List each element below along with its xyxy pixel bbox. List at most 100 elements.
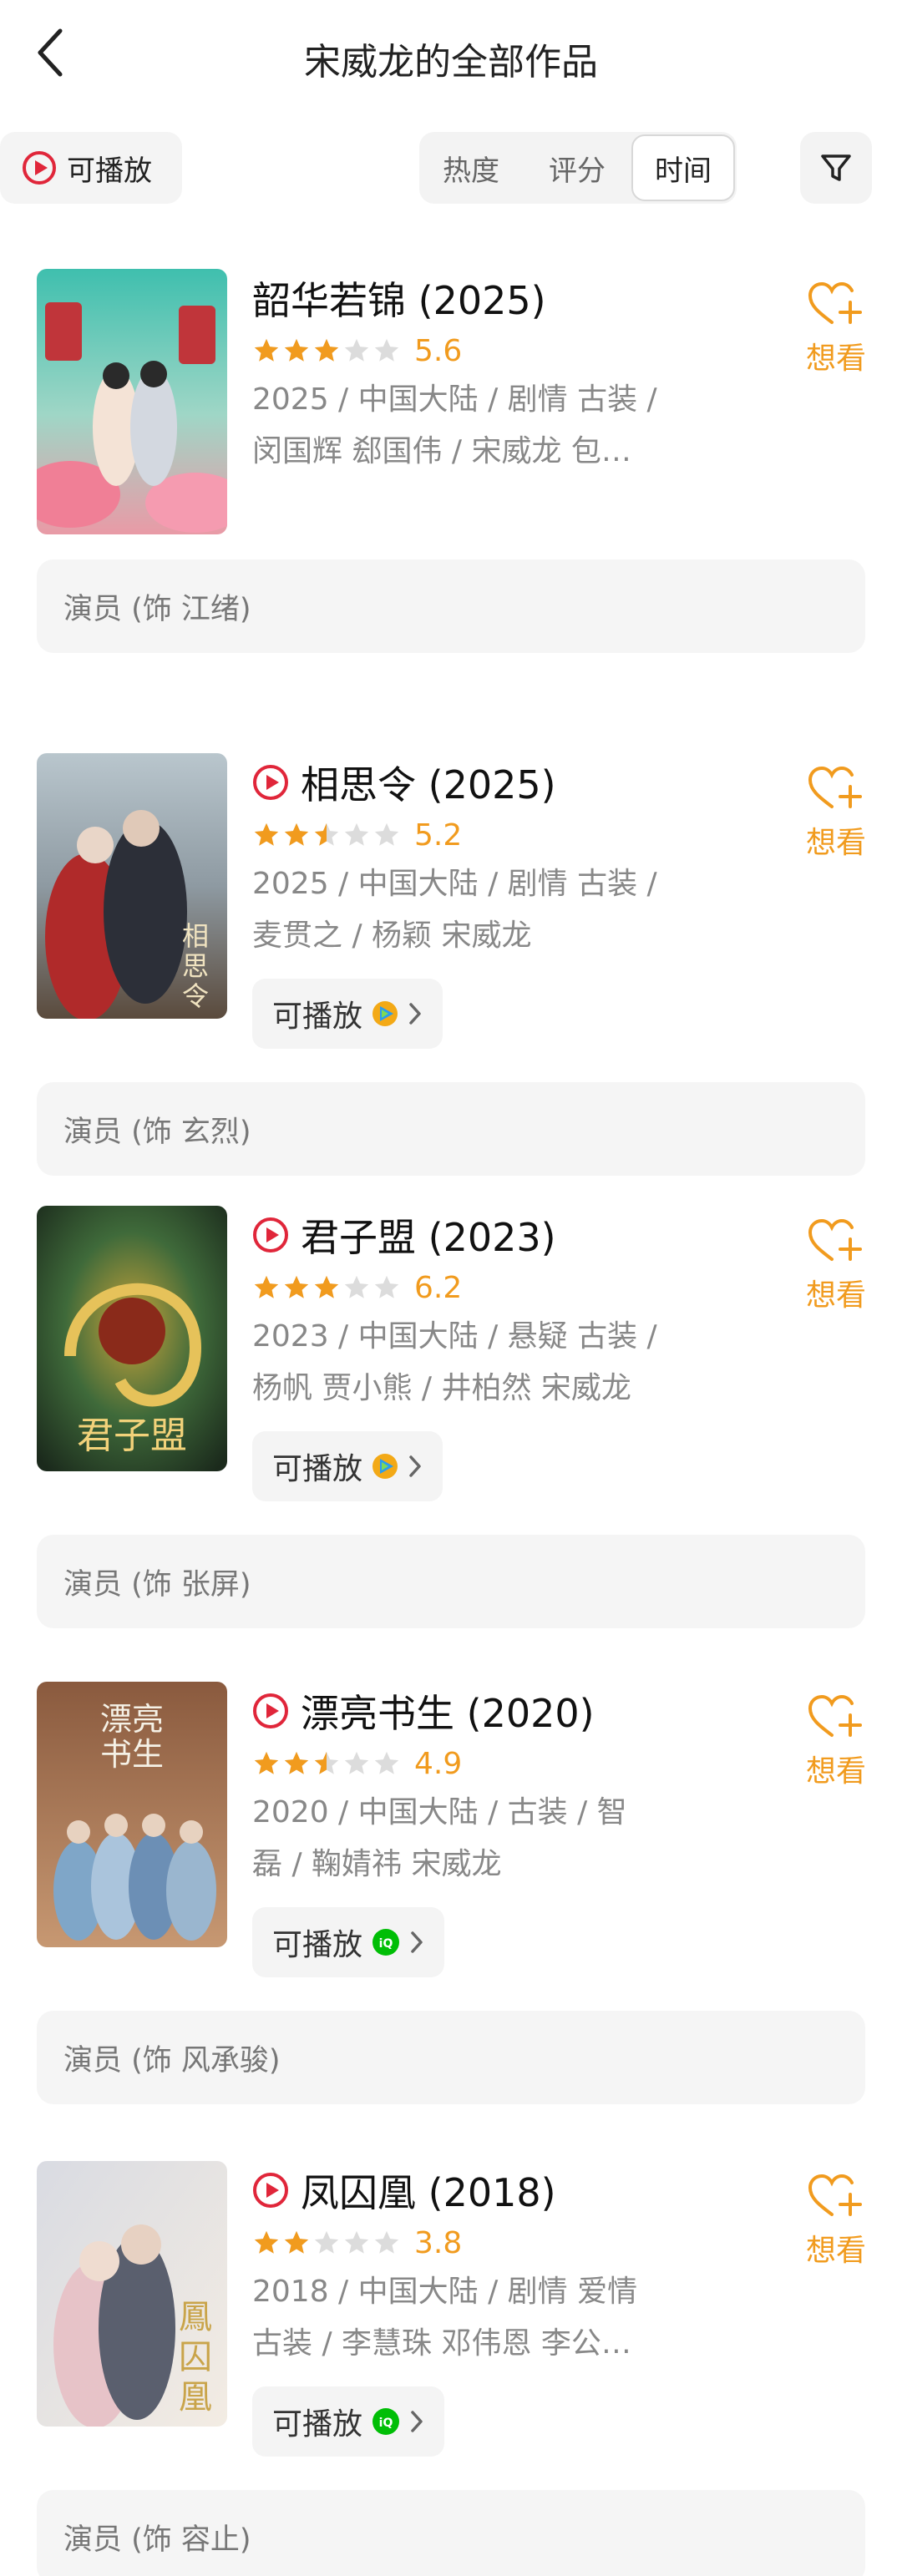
heart-plus-icon — [808, 2174, 862, 2216]
svg-text:囚: 囚 — [179, 2338, 212, 2376]
chevron-right-icon — [409, 1455, 421, 1477]
filter-button[interactable] — [800, 132, 872, 204]
playable-filter-label: 可播放 — [67, 154, 152, 188]
work-item[interactable]: 韶华若锦 (2025) 5.6 2025 / 中国大陆 / 剧情 古装 / 闵国… — [0, 269, 902, 661]
poster-image[interactable]: 鳳 囚 凰 — [37, 2161, 227, 2427]
sort-tabs: 热度 评分 时间 — [419, 132, 737, 204]
meta-line: 2023 / 中国大陆 / 悬疑 古装 / — [252, 1319, 657, 1354]
meta-line: 2025 / 中国大陆 / 剧情 古装 / — [252, 382, 657, 417]
role-text: 演员 (饰 玄烈) — [63, 1115, 251, 1149]
score: 3.8 — [414, 2225, 463, 2260]
svg-text:君子盟: 君子盟 — [77, 1415, 187, 1457]
rating: 6.2 — [252, 1266, 770, 1309]
star-icon — [374, 2230, 399, 2254]
role-text: 演员 (饰 容止) — [63, 2523, 251, 2557]
role-text: 演员 (饰 江绪) — [63, 592, 251, 626]
iqiyi-icon: iQ — [372, 1929, 400, 1956]
heart-plus-icon — [808, 1694, 862, 1737]
meta-line: 2018 / 中国大陆 / 剧情 爱情 — [252, 2275, 638, 2309]
meta-line: 麦贯之 / 杨颖 宋威龙 — [252, 919, 532, 953]
page-title: 宋威龙的全部作品 — [304, 41, 598, 84]
heart-plus-icon — [808, 281, 862, 324]
work-item[interactable]: 君子盟 君子盟 (2023) 6.2 2023 / 中国大陆 / 悬疑 古装 /… — [0, 1206, 902, 1632]
tencent-video-icon — [372, 1454, 398, 1479]
play-label: 可播放 — [272, 1000, 363, 1034]
filter-bar: 可播放 热度 评分 时间 — [0, 132, 902, 204]
play-button[interactable]: 可播放 — [252, 979, 443, 1049]
star-icon — [314, 822, 339, 846]
work-title[interactable]: 韶华若锦 (2025) — [252, 271, 546, 326]
poster-image[interactable]: 相 思 令 — [37, 753, 227, 1019]
svg-text:思: 思 — [182, 950, 209, 982]
score: 5.2 — [414, 817, 463, 853]
svg-text:鳳: 鳳 — [179, 2298, 212, 2336]
want-to-watch-button[interactable]: 想看 — [798, 765, 874, 862]
rating: 4.9 — [252, 1742, 770, 1785]
work-item[interactable]: 漂亮 书生 漂亮书生 (2020) 4.9 2020 / 中国大陆 / 古装 /… — [0, 1682, 902, 2108]
tab-sort-rating[interactable]: 评分 — [523, 132, 631, 204]
role-bar: 演员 (饰 风承骏) — [37, 2011, 865, 2104]
iqiyi-icon: iQ — [372, 2408, 400, 2435]
score: 6.2 — [414, 1270, 463, 1305]
work-item[interactable]: 相 思 令 相思令 (2025) 5.2 2025 / 中国大陆 / 剧情 古装… — [0, 753, 902, 1179]
star-icon — [254, 1275, 279, 1298]
work-title[interactable]: 凤囚凰 (2018) — [301, 2163, 556, 2218]
play-label: 可播放 — [272, 2407, 363, 2442]
star-icon — [254, 1751, 279, 1774]
play-button[interactable]: 可播放 — [252, 1431, 443, 1501]
rating: 5.2 — [252, 813, 770, 857]
score: 4.9 — [414, 1746, 463, 1781]
tab-sort-popularity[interactable]: 热度 — [419, 132, 523, 204]
want-label: 想看 — [805, 342, 866, 376]
chevron-right-icon — [409, 1003, 421, 1025]
star-icon — [314, 1275, 339, 1298]
poster-image[interactable]: 漂亮 书生 — [37, 1682, 227, 1947]
star-icon — [344, 338, 369, 362]
star-icon — [284, 1275, 309, 1298]
play-circle-icon — [253, 2173, 288, 2208]
meta-line: 古装 / 李慧珠 邓伟恩 李公… — [252, 2326, 631, 2361]
svg-text:令: 令 — [182, 980, 209, 1012]
meta-line: 2020 / 中国大陆 / 古装 / 智 — [252, 1795, 627, 1830]
want-to-watch-button[interactable]: 想看 — [798, 1217, 874, 1314]
play-circle-icon — [253, 765, 288, 800]
star-icon — [344, 822, 369, 846]
play-button[interactable]: 可播放 iQ — [252, 1907, 445, 1977]
meta-line: 2025 / 中国大陆 / 剧情 古装 / — [252, 867, 657, 901]
svg-text:凰: 凰 — [179, 2378, 212, 2417]
star-icon — [314, 338, 339, 362]
meta-line: 杨帆 贾小熊 / 井柏然 宋威龙 — [252, 1371, 631, 1405]
star-icon — [374, 1751, 399, 1774]
star-rating — [252, 2229, 403, 2257]
playable-filter-chip[interactable]: 可播放 — [0, 132, 182, 204]
poster-image[interactable] — [37, 269, 227, 534]
role-bar: 演员 (饰 容止) — [37, 2490, 865, 2576]
poster-image[interactable]: 君子盟 — [37, 1206, 227, 1471]
work-item[interactable]: 鳳 囚 凰 凤囚凰 (2018) 3.8 2018 / 中国大陆 / 剧情 爱情… — [0, 2161, 902, 2576]
play-button[interactable]: 可播放 iQ — [252, 2386, 445, 2457]
tab-sort-time[interactable]: 时间 — [631, 134, 735, 201]
work-title[interactable]: 漂亮书生 (2020) — [301, 1683, 595, 1738]
work-info: 漂亮书生 (2020) 4.9 2020 / 中国大陆 / 古装 / 智 磊 /… — [252, 1682, 770, 1977]
want-label: 想看 — [805, 2234, 866, 2268]
work-title[interactable]: 相思令 (2025) — [301, 755, 556, 810]
star-icon — [374, 338, 399, 362]
tencent-video-icon — [372, 1001, 398, 1026]
play-circle-icon — [253, 1693, 288, 1728]
role-bar: 演员 (饰 张屏) — [37, 1535, 865, 1628]
heart-plus-icon — [808, 1218, 862, 1261]
role-bar: 演员 (饰 江绪) — [37, 559, 865, 653]
want-label: 想看 — [805, 1278, 866, 1313]
role-bar: 演员 (饰 玄烈) — [37, 1082, 865, 1176]
star-rating — [252, 821, 403, 849]
want-to-watch-button[interactable]: 想看 — [798, 2173, 874, 2270]
star-icon — [254, 2230, 279, 2254]
want-label: 想看 — [805, 826, 866, 860]
svg-text:相: 相 — [182, 920, 209, 952]
want-label: 想看 — [805, 1754, 866, 1789]
role-text: 演员 (饰 风承骏) — [63, 2043, 281, 2078]
star-icon — [284, 338, 309, 362]
want-to-watch-button[interactable]: 想看 — [798, 281, 874, 377]
want-to-watch-button[interactable]: 想看 — [798, 1693, 874, 1790]
work-title[interactable]: 君子盟 (2023) — [301, 1207, 556, 1263]
